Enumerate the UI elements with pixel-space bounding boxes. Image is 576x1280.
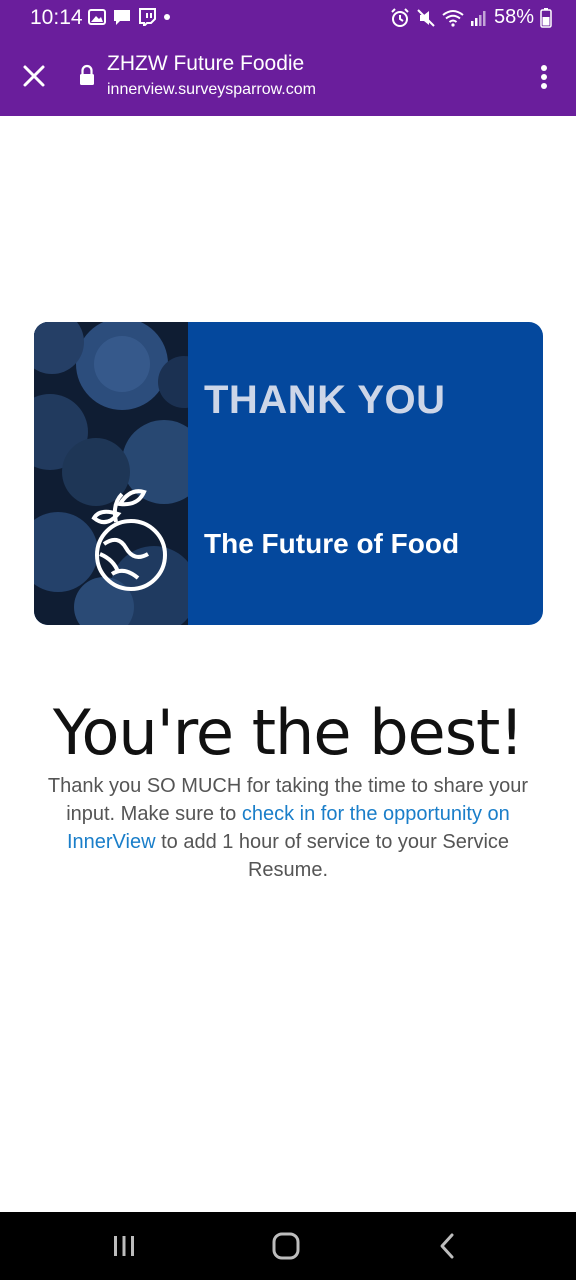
close-icon[interactable] bbox=[18, 60, 50, 92]
more-options-icon[interactable] bbox=[532, 62, 556, 92]
banner-subheading: The Future of Food bbox=[204, 528, 460, 559]
gallery-icon bbox=[88, 9, 106, 25]
status-time: 10:14 bbox=[30, 6, 83, 29]
banner-heading: THANK YOU bbox=[204, 378, 446, 422]
recent-apps-icon[interactable] bbox=[108, 1232, 140, 1260]
back-icon[interactable] bbox=[432, 1232, 464, 1260]
dot-icon bbox=[164, 14, 170, 20]
twitch-icon bbox=[139, 8, 156, 26]
page-url[interactable]: innerview.surveysparrow.com bbox=[107, 81, 316, 99]
mute-icon bbox=[417, 8, 435, 27]
thank-you-message: Thank you SO MUCH for taking the time to… bbox=[34, 772, 542, 884]
blueberries-image bbox=[34, 322, 188, 625]
lock-icon[interactable] bbox=[78, 64, 96, 86]
signal-icon bbox=[470, 10, 486, 26]
page-title: ZHZW Future Foodie bbox=[107, 52, 305, 75]
alarm-icon bbox=[391, 7, 409, 27]
headline: You're the best! bbox=[52, 696, 524, 769]
wifi-icon bbox=[442, 9, 464, 27]
chat-icon bbox=[114, 10, 130, 25]
browser-header: ZHZW Future Foodie innerview.surveysparr… bbox=[0, 40, 576, 116]
system-nav-bar bbox=[0, 1212, 576, 1280]
battery-percent: 58% bbox=[493, 6, 534, 28]
home-icon[interactable] bbox=[270, 1232, 302, 1260]
battery-icon bbox=[540, 7, 552, 28]
status-bar: 10:14 58% bbox=[0, 0, 576, 36]
system-icons: 58% bbox=[390, 6, 552, 29]
notification-icons bbox=[88, 8, 172, 26]
browser-chrome: 10:14 58% ZHZW Future Foodie innerview.s… bbox=[0, 0, 576, 116]
message-text-end: to add 1 hour of service to your Service… bbox=[155, 831, 510, 881]
thank-you-banner: THANK YOU The Future of Food bbox=[34, 322, 543, 625]
